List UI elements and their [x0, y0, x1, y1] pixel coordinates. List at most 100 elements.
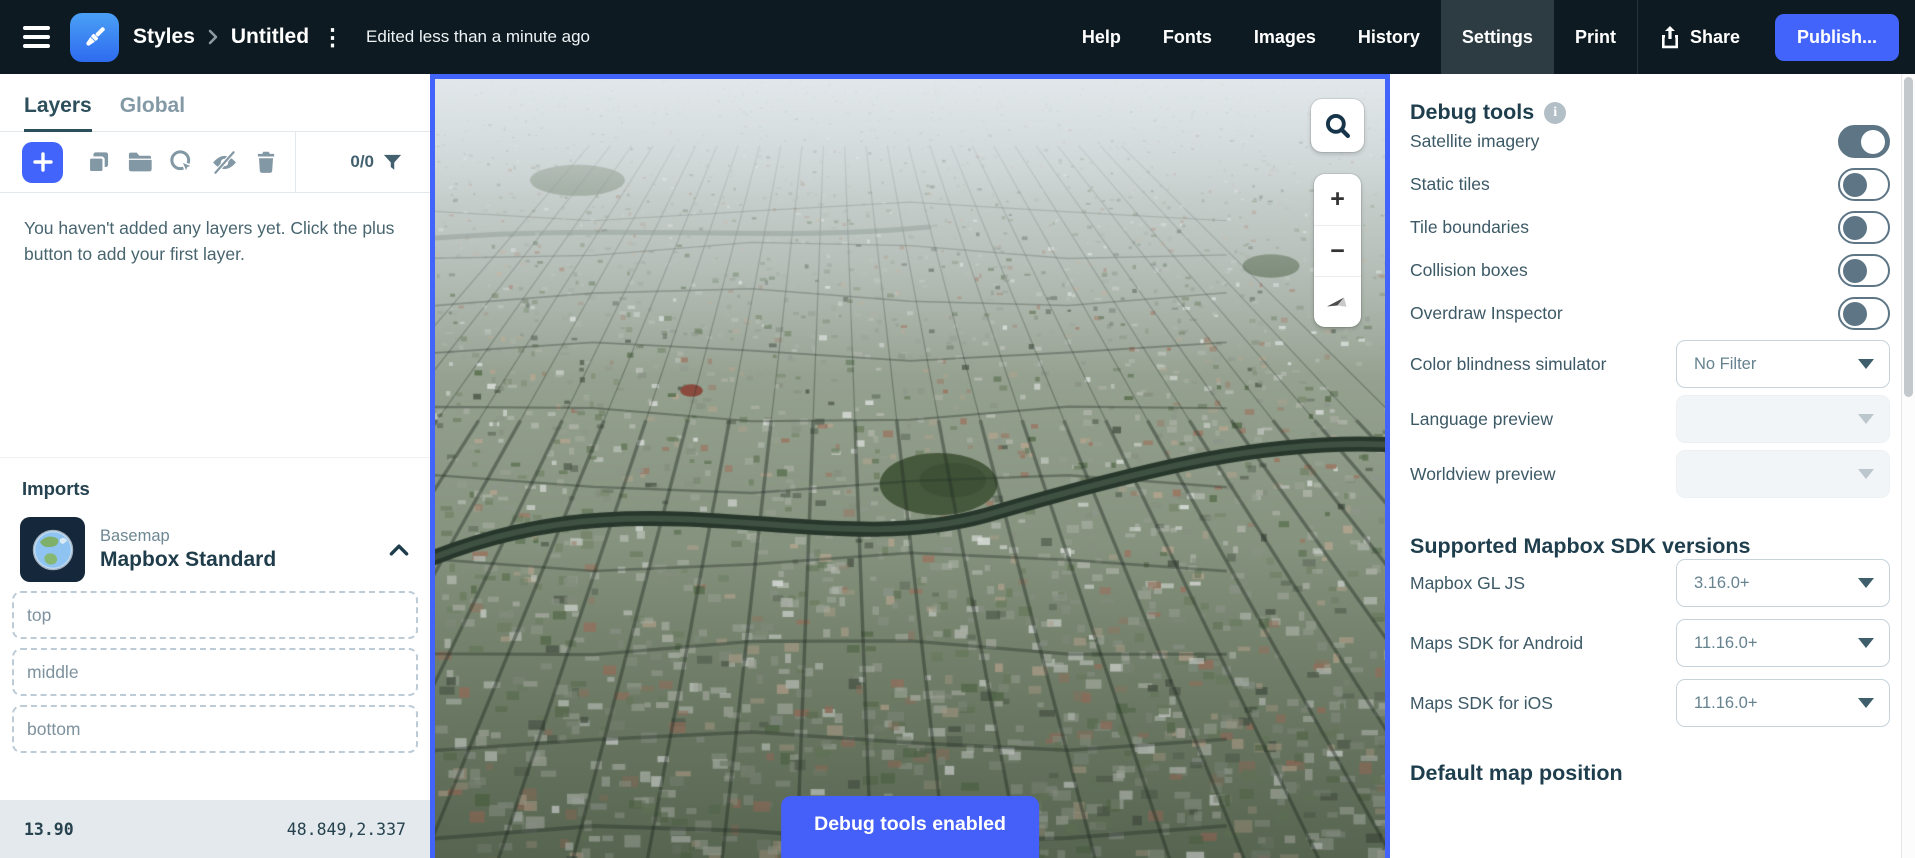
- toggle-row-static-tiles: Static tiles: [1410, 168, 1890, 201]
- tab-layers[interactable]: Layers: [24, 94, 92, 132]
- toggle-row-overdraw: Overdraw Inspector: [1410, 297, 1890, 330]
- select-label: Color blindness simulator: [1410, 353, 1607, 374]
- map-zoom-controls: + −: [1314, 174, 1361, 327]
- group-folder-icon[interactable]: [119, 141, 161, 183]
- imports-section: Imports Basemap Mapbox Standard top midd…: [0, 457, 430, 753]
- select-row-worldview: Worldview preview: [1410, 450, 1890, 498]
- nav-fonts[interactable]: Fonts: [1142, 0, 1233, 74]
- zoom-in-button[interactable]: +: [1314, 174, 1361, 225]
- map-canvas-area[interactable]: + − Debug tools enabled: [430, 74, 1390, 858]
- style-options-kebab-icon[interactable]: ⋮: [321, 25, 344, 49]
- sdk-label: Mapbox GL JS: [1410, 572, 1526, 593]
- select-row-language: Language preview: [1410, 395, 1890, 443]
- chevron-down-icon: [1858, 638, 1874, 648]
- plus-icon: [32, 152, 53, 172]
- collision-boxes-toggle[interactable]: [1838, 254, 1890, 287]
- color-blindness-select[interactable]: No Filter: [1676, 340, 1890, 388]
- static-tiles-toggle[interactable]: [1838, 168, 1890, 201]
- layer-toolbar: 0/0: [0, 132, 430, 193]
- sidebar-tabs: Layers Global: [0, 74, 430, 132]
- toggle-label: Collision boxes: [1410, 260, 1528, 280]
- publish-button[interactable]: Publish...: [1774, 13, 1899, 61]
- toggle-row-tile-boundaries: Tile boundaries: [1410, 211, 1890, 244]
- duplicate-layer-icon[interactable]: [77, 141, 119, 183]
- imports-heading: Imports: [22, 478, 90, 499]
- sdk-versions-heading: Supported Mapbox SDK versions: [1410, 534, 1751, 558]
- breadcrumb-root[interactable]: Styles: [133, 25, 195, 49]
- sdk-row-android: Maps SDK for Android 11.16.0+: [1410, 619, 1890, 667]
- sdk-row-ios: Maps SDK for iOS 11.16.0+: [1410, 679, 1890, 727]
- select-label: Language preview: [1410, 408, 1554, 429]
- select-layer-icon[interactable]: [161, 141, 203, 183]
- share-button[interactable]: Share: [1638, 0, 1761, 74]
- nav-images[interactable]: Images: [1233, 0, 1337, 74]
- maps-sdk-android-select[interactable]: 11.16.0+: [1676, 619, 1890, 667]
- debug-tools-heading: Debug tools: [1410, 100, 1535, 124]
- top-bar-nav: Help Fonts Images History Settings Print…: [1061, 0, 1915, 74]
- satellite-map[interactable]: [435, 79, 1385, 858]
- map-status-bar: 13.90 48.849,2.337: [0, 800, 430, 858]
- chevron-down-icon: [1858, 698, 1874, 708]
- add-layer-button[interactable]: [22, 141, 63, 183]
- layers-sidebar: Layers Global 0/0 You haven't added any …: [0, 74, 430, 858]
- coordinates: 48.849,2.337: [286, 819, 406, 839]
- language-preview-select: [1676, 395, 1890, 443]
- select-label: Worldview preview: [1410, 463, 1556, 484]
- hide-layer-icon[interactable]: [203, 141, 245, 183]
- sdk-label: Maps SDK for iOS: [1410, 692, 1553, 713]
- delete-layer-icon[interactable]: [245, 141, 287, 183]
- panel-scrollbar-thumb[interactable]: [1903, 77, 1913, 397]
- select-value: 11.16.0+: [1694, 633, 1758, 652]
- basemap-name: Mapbox Standard: [100, 548, 277, 571]
- maps-sdk-ios-select[interactable]: 11.16.0+: [1676, 679, 1890, 727]
- map-search-button[interactable]: [1311, 99, 1364, 152]
- sdk-row-gljs: Mapbox GL JS 3.16.0+: [1410, 559, 1890, 607]
- panel-scrollbar-track[interactable]: [1901, 74, 1915, 858]
- slot-top[interactable]: top: [12, 591, 418, 639]
- toggle-label: Tile boundaries: [1410, 217, 1530, 237]
- chevron-down-icon: [1858, 578, 1874, 588]
- layers-empty-state: You haven't added any layers yet. Click …: [24, 218, 395, 265]
- mapbox-gl-js-select[interactable]: 3.16.0+: [1676, 559, 1890, 607]
- toggle-label: Overdraw Inspector: [1410, 303, 1563, 323]
- overdraw-inspector-toggle[interactable]: [1838, 297, 1890, 330]
- select-value: No Filter: [1694, 354, 1757, 373]
- share-upload-icon: [1661, 26, 1678, 49]
- slot-bottom[interactable]: bottom: [12, 705, 418, 753]
- tab-global[interactable]: Global: [120, 94, 185, 131]
- top-bar: Styles Untitled ⋮ Edited less than a min…: [0, 0, 1915, 74]
- compass-button[interactable]: [1314, 276, 1361, 327]
- toggle-label: Static tiles: [1410, 174, 1490, 194]
- satellite-imagery-toggle[interactable]: [1838, 125, 1890, 158]
- slot-middle[interactable]: middle: [12, 648, 418, 696]
- default-map-position-heading: Default map position: [1410, 761, 1623, 785]
- chevron-down-icon: [1858, 414, 1874, 424]
- select-value: 11.16.0+: [1694, 693, 1758, 712]
- layer-counter-wrap: 0/0: [296, 151, 430, 174]
- tile-boundaries-toggle[interactable]: [1838, 211, 1890, 244]
- zoom-out-button[interactable]: −: [1314, 225, 1361, 276]
- chevron-down-icon: [1858, 469, 1874, 479]
- chevron-up-icon[interactable]: [386, 537, 412, 563]
- style-editor-logo-icon[interactable]: [70, 12, 119, 62]
- info-icon[interactable]: i: [1544, 101, 1567, 124]
- basemap-import-row[interactable]: Basemap Mapbox Standard: [20, 517, 412, 582]
- nav-help[interactable]: Help: [1061, 0, 1142, 74]
- toggle-row-satellite: Satellite imagery: [1410, 125, 1890, 158]
- zoom-level: 13.90: [24, 819, 74, 839]
- menu-icon[interactable]: [6, 0, 66, 74]
- select-row-color-blindness: Color blindness simulator No Filter: [1410, 340, 1890, 388]
- nav-history[interactable]: History: [1337, 0, 1441, 74]
- layer-counter: 0/0: [350, 152, 374, 171]
- nav-settings[interactable]: Settings: [1440, 0, 1554, 74]
- breadcrumb-current: Untitled: [230, 25, 310, 48]
- chevron-down-icon: [1858, 359, 1874, 369]
- toggle-label: Satellite imagery: [1410, 131, 1540, 151]
- share-label: Share: [1689, 26, 1740, 47]
- debug-toast: Debug tools enabled: [781, 796, 1039, 858]
- toggle-row-collision-boxes: Collision boxes: [1410, 254, 1890, 287]
- nav-print[interactable]: Print: [1554, 0, 1637, 74]
- select-value: 3.16.0+: [1694, 573, 1750, 592]
- search-icon: [1325, 113, 1350, 138]
- filter-funnel-icon[interactable]: [381, 151, 404, 174]
